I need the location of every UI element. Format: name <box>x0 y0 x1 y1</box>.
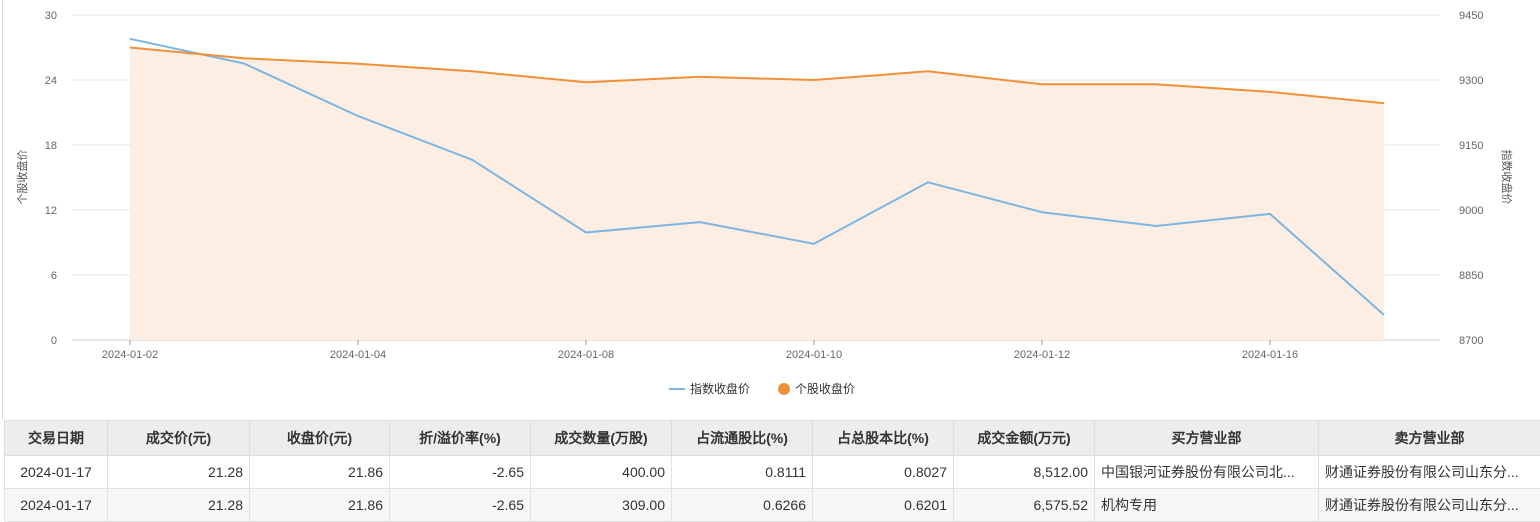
y-tick-label-left: 24 <box>45 75 57 87</box>
cell-trade-date: 2024-01-17 <box>5 456 108 489</box>
series-point-0 <box>356 113 361 118</box>
series-point-0 <box>1040 210 1045 215</box>
series-point-1 <box>1040 82 1045 87</box>
series-point-0 <box>1154 224 1159 229</box>
col-float-ratio[interactable]: 占流通股比(%) <box>672 421 813 456</box>
x-tick-label: 2024-01-16 <box>1242 349 1298 361</box>
y-axis-right: 8700 8850 9000 9150 9300 9450 <box>1459 10 1483 347</box>
legend-marker-stock <box>778 383 790 395</box>
series-point-1 <box>470 69 475 74</box>
table-row: 2024-01-17 21.28 21.86 -2.65 400.00 0.81… <box>5 456 1540 489</box>
y-tick-label-left: 6 <box>51 270 57 282</box>
y-tick-label-left: 0 <box>51 335 57 347</box>
col-premium-rate[interactable]: 折/溢价率(%) <box>390 421 531 456</box>
series-point-1 <box>698 74 703 79</box>
series-point-0 <box>926 180 931 185</box>
series-point-1 <box>812 78 817 83</box>
y-tick-label-right: 9150 <box>1459 140 1483 152</box>
block-trade-table: 交易日期 成交价(元) 收盘价(元) 折/溢价率(%) 成交数量(万股) 占流通… <box>4 420 1540 522</box>
series-point-0 <box>812 241 817 246</box>
y-tick-label-right: 9450 <box>1459 10 1483 22</box>
y-tick-label-right: 8700 <box>1459 335 1483 347</box>
series-point-1 <box>926 69 931 74</box>
y-tick-label-left: 18 <box>45 140 57 152</box>
series-point-0 <box>470 157 475 162</box>
price-chart: 2024-01-02 2024-01-04 2024-01-08 2024-01-10… <box>0 0 1540 420</box>
col-amount[interactable]: 成交金额(万元) <box>954 421 1095 456</box>
x-axis: 2024-01-02 2024-01-04 2024-01-08 2024-01-10… <box>102 340 1298 361</box>
cell-total-ratio: 0.8027 <box>813 456 954 489</box>
series-area-1 <box>130 48 1384 341</box>
legend: 指数收盘价 个股收盘价 <box>669 381 855 396</box>
table-header-row: 交易日期 成交价(元) 收盘价(元) 折/溢价率(%) 成交数量(万股) 占流通… <box>5 421 1540 456</box>
cell-trade-price: 21.28 <box>108 456 250 489</box>
series-point-0 <box>584 230 589 235</box>
y-tick-label-right: 9300 <box>1459 75 1483 87</box>
x-tick-label: 2024-01-10 <box>786 349 842 361</box>
cell-amount: 8,512.00 <box>954 456 1095 489</box>
series-point-0 <box>698 220 703 225</box>
cell-buyer-link[interactable]: 中国银河证券股份有限公司北... <box>1095 456 1319 489</box>
series-point-1 <box>128 45 133 50</box>
col-total-ratio[interactable]: 占总股本比(%) <box>813 421 954 456</box>
area-layer <box>130 48 1384 341</box>
y-tick-label-left: 12 <box>45 205 57 217</box>
series-point-1 <box>1268 89 1273 94</box>
cell-premium-rate: -2.65 <box>390 456 531 489</box>
cell-float-ratio: 0.8111 <box>672 456 813 489</box>
series-point-1 <box>242 56 247 61</box>
cell-close-price: 21.86 <box>250 456 390 489</box>
col-trade-date[interactable]: 交易日期 <box>5 421 108 456</box>
x-tick-label: 2024-01-08 <box>558 349 614 361</box>
col-volume[interactable]: 成交数量(万股) <box>531 421 672 456</box>
series-point-1 <box>1154 82 1159 87</box>
y-tick-label-right: 9000 <box>1459 205 1483 217</box>
col-seller[interactable]: 卖方营业部 <box>1319 421 1540 456</box>
x-tick-label: 2024-01-04 <box>330 349 386 361</box>
y-axis-right-title: 指数收盘价 <box>1500 150 1514 205</box>
x-tick-label: 2024-01-12 <box>1014 349 1070 361</box>
series-point-0 <box>1382 312 1387 317</box>
series-point-0 <box>242 61 247 66</box>
y-axis-left: 0 6 12 18 24 30 <box>45 10 57 347</box>
x-tick-label: 2024-01-02 <box>102 349 158 361</box>
col-trade-price[interactable]: 成交价(元) <box>108 421 250 456</box>
series-point-1 <box>584 80 589 85</box>
legend-label-stock: 个股收盘价 <box>795 381 855 396</box>
col-close-price[interactable]: 收盘价(元) <box>250 421 390 456</box>
series-point-0 <box>1268 211 1273 216</box>
y-tick-label-right: 8850 <box>1459 270 1483 282</box>
cell-seller-link[interactable]: 财通证券股份有限公司山东分... <box>1319 456 1540 489</box>
legend-label-index: 指数收盘价 <box>690 381 750 396</box>
series-point-1 <box>1382 101 1387 106</box>
col-buyer[interactable]: 买方营业部 <box>1095 421 1319 456</box>
y-axis-left-title: 个股收盘价 <box>15 150 29 205</box>
y-tick-label-left: 30 <box>45 10 57 22</box>
series-point-0 <box>128 36 133 41</box>
cell-volume: 400.00 <box>531 456 672 489</box>
series-point-1 <box>356 61 361 66</box>
